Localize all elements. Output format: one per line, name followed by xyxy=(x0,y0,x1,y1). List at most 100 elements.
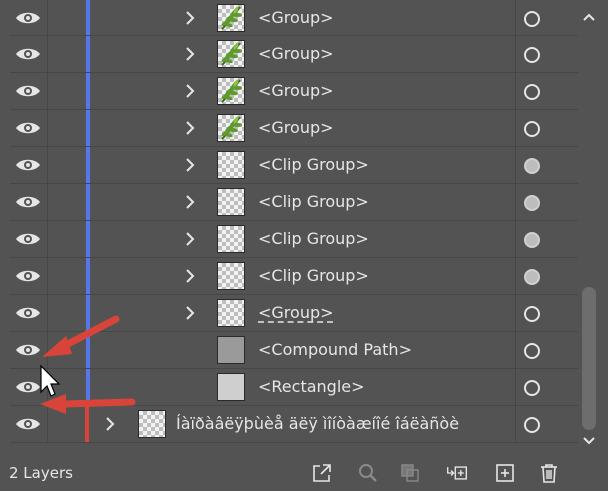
target-circle-icon[interactable] xyxy=(524,232,540,248)
layer-color-bar xyxy=(86,332,90,368)
scrollbar-thumb[interactable] xyxy=(582,287,596,430)
visibility-eye-icon[interactable] xyxy=(15,342,41,358)
layer-thumbnail xyxy=(217,299,245,327)
layer-name[interactable]: <Clip Group> xyxy=(258,229,369,249)
visibility-eye-icon[interactable] xyxy=(15,268,41,284)
layer-name[interactable]: Íàïðàâëÿþùèå äëÿ ìîíòàæíîé îáëàñòè xyxy=(176,414,459,434)
target-circle-icon[interactable] xyxy=(524,306,540,322)
layers-count: 2 Layers xyxy=(9,464,73,482)
column-divider xyxy=(47,295,48,331)
target-circle-icon[interactable] xyxy=(524,417,540,433)
layer-color-bar xyxy=(86,258,90,294)
layer-row[interactable]: <Group> xyxy=(10,110,578,147)
layer-name[interactable]: <Clip Group> xyxy=(258,192,369,212)
visibility-eye-icon[interactable] xyxy=(15,120,41,136)
column-divider xyxy=(515,369,516,405)
column-divider xyxy=(47,258,48,294)
layer-name[interactable]: <Rectangle> xyxy=(258,377,365,397)
chevron-right-icon[interactable] xyxy=(184,120,196,136)
chevron-right-icon[interactable] xyxy=(184,157,196,173)
visibility-eye-icon[interactable] xyxy=(15,10,41,26)
visibility-eye-icon[interactable] xyxy=(15,305,41,321)
column-divider xyxy=(515,406,516,442)
export-icon[interactable] xyxy=(311,462,333,484)
chevron-right-icon[interactable] xyxy=(184,83,196,99)
chevron-right-icon[interactable] xyxy=(184,10,196,26)
visibility-eye-icon[interactable] xyxy=(15,46,41,62)
target-circle-icon[interactable] xyxy=(524,195,540,211)
visibility-eye-icon[interactable] xyxy=(15,416,41,432)
scroll-down-icon[interactable] xyxy=(582,436,596,446)
layer-thumbnail xyxy=(217,188,245,216)
target-circle-icon[interactable] xyxy=(524,269,540,285)
column-divider xyxy=(515,147,516,183)
layer-thumbnail xyxy=(217,4,245,32)
visibility-eye-icon[interactable] xyxy=(15,157,41,173)
layer-color-bar xyxy=(86,295,90,331)
column-divider xyxy=(47,184,48,220)
layer-row[interactable]: <Group> xyxy=(10,73,578,110)
new-sublayer-icon[interactable] xyxy=(446,462,468,484)
layer-name[interactable]: <Clip Group> xyxy=(258,266,369,286)
column-divider xyxy=(47,332,48,368)
visibility-eye-icon[interactable] xyxy=(15,194,41,210)
layer-thumbnail xyxy=(217,225,245,253)
chevron-right-icon[interactable] xyxy=(184,231,196,247)
chevron-right-icon[interactable] xyxy=(184,194,196,210)
column-divider xyxy=(47,221,48,257)
new-layer-icon[interactable] xyxy=(494,462,516,484)
layer-name[interactable]: <Compound Path> xyxy=(258,340,412,360)
search-icon[interactable] xyxy=(357,462,379,484)
layer-row[interactable]: <Clip Group> xyxy=(10,184,578,221)
layer-name[interactable]: <Group> xyxy=(258,81,334,101)
layer-color-bar xyxy=(86,36,90,72)
target-circle-icon[interactable] xyxy=(524,380,540,396)
scroll-up-icon[interactable] xyxy=(582,12,596,22)
layer-color-bar xyxy=(85,406,89,442)
layer-name[interactable]: <Group> xyxy=(258,118,334,138)
layer-row[interactable]: <Clip Group> xyxy=(10,258,578,295)
layer-row[interactable]: <Clip Group> xyxy=(10,221,578,258)
target-circle-icon[interactable] xyxy=(524,84,540,100)
target-circle-icon[interactable] xyxy=(524,11,540,27)
layer-thumbnail xyxy=(217,77,245,105)
layer-row[interactable]: <Clip Group> xyxy=(10,147,578,184)
layer-row[interactable]: <Rectangle> xyxy=(10,369,578,406)
target-circle-icon[interactable] xyxy=(524,158,540,174)
visibility-eye-icon[interactable] xyxy=(15,231,41,247)
visibility-eye-icon[interactable] xyxy=(15,83,41,99)
layer-row[interactable]: <Group> xyxy=(10,36,578,73)
layer-row[interactable]: <Group> xyxy=(10,0,578,36)
column-divider xyxy=(47,406,48,442)
layer-thumbnail xyxy=(217,151,245,179)
chevron-right-icon[interactable] xyxy=(184,305,196,321)
layer-row[interactable]: <Group> xyxy=(10,295,578,332)
layer-name[interactable]: <Group> xyxy=(258,44,334,64)
layer-thumbnail xyxy=(217,40,245,68)
layer-row[interactable]: <Compound Path> xyxy=(10,332,578,369)
chevron-right-icon[interactable] xyxy=(184,268,196,284)
scrollbar[interactable] xyxy=(578,0,600,455)
layer-color-bar xyxy=(86,110,90,146)
layer-color-bar xyxy=(86,147,90,183)
target-circle-icon[interactable] xyxy=(524,343,540,359)
layer-row[interactable]: Íàïðàâëÿþùèå äëÿ ìîíòàæíîé îáëàñòè xyxy=(10,406,578,443)
trash-icon[interactable] xyxy=(538,462,560,484)
chevron-right-icon[interactable] xyxy=(184,46,196,62)
chevron-right-icon[interactable] xyxy=(104,416,116,432)
column-divider xyxy=(47,73,48,109)
visibility-eye-icon[interactable] xyxy=(15,379,41,395)
column-divider xyxy=(47,110,48,146)
layer-thumbnail xyxy=(217,373,245,401)
panel-footer: 2 Layers xyxy=(0,455,608,491)
clip-mask-icon[interactable] xyxy=(399,462,421,484)
column-divider xyxy=(515,332,516,368)
layer-color-bar xyxy=(86,184,90,220)
column-divider xyxy=(515,184,516,220)
target-circle-icon[interactable] xyxy=(524,121,540,137)
target-circle-icon[interactable] xyxy=(524,47,540,63)
layer-name[interactable]: <Clip Group> xyxy=(258,155,369,175)
layer-name[interactable]: <Group> xyxy=(258,303,334,323)
layer-color-bar xyxy=(86,0,90,35)
layer-name[interactable]: <Group> xyxy=(258,8,334,28)
